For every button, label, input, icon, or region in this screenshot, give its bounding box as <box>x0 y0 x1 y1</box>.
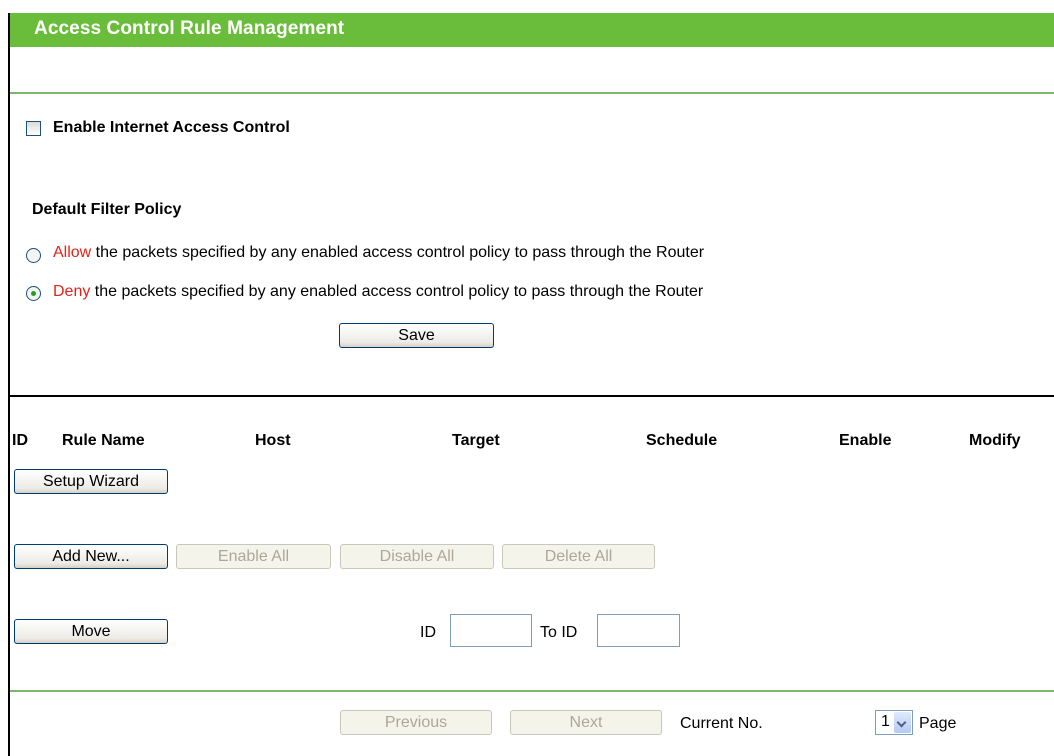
delete-all-button[interactable]: Delete All <box>502 544 655 569</box>
allow-policy-text: Allow the packets specified by any enabl… <box>53 244 704 262</box>
column-header-id: ID <box>12 432 28 449</box>
enable-access-control-label: Enable Internet Access Control <box>53 119 290 136</box>
previous-button[interactable]: Previous <box>340 710 492 735</box>
allow-keyword: Allow <box>53 244 92 261</box>
column-header-host: Host <box>255 432 291 449</box>
allow-policy-radio[interactable] <box>26 248 41 263</box>
deny-policy-radio[interactable] <box>26 286 41 301</box>
enable-all-button[interactable]: Enable All <box>176 544 331 569</box>
current-no-label: Current No. <box>680 715 763 732</box>
column-header-rule-name: Rule Name <box>62 432 145 449</box>
default-filter-policy-title: Default Filter Policy <box>32 201 182 218</box>
deny-keyword: Deny <box>53 283 91 300</box>
setup-wizard-button[interactable]: Setup Wizard <box>14 469 168 494</box>
move-to-id-input[interactable] <box>597 614 680 647</box>
divider-middle <box>10 395 1054 397</box>
page-label: Page <box>919 715 957 732</box>
allow-description: the packets specified by any enabled acc… <box>91 244 705 261</box>
page-title: Access Control Rule Management <box>34 18 345 39</box>
column-header-enable: Enable <box>839 432 892 449</box>
deny-description: the packets specified by any enabled acc… <box>90 283 704 300</box>
save-button[interactable]: Save <box>339 323 494 348</box>
column-header-schedule: Schedule <box>646 432 718 449</box>
page-select[interactable]: 1 <box>875 710 913 735</box>
move-id-label: ID <box>420 624 436 641</box>
divider-top <box>10 92 1054 94</box>
column-header-modify: Modify <box>969 432 1021 449</box>
disable-all-button[interactable]: Disable All <box>340 544 494 569</box>
add-new-button[interactable]: Add New... <box>14 544 168 569</box>
page-header: Access Control Rule Management <box>10 13 1054 47</box>
move-button[interactable]: Move <box>14 619 168 644</box>
next-button[interactable]: Next <box>510 710 662 735</box>
page-select-value: 1 <box>881 713 890 730</box>
access-control-panel: Access Control Rule Management Enable In… <box>8 13 1054 756</box>
enable-access-control-checkbox[interactable] <box>26 121 41 136</box>
deny-policy-text: Deny the packets specified by any enable… <box>53 283 703 301</box>
column-header-target: Target <box>452 432 500 449</box>
divider-bottom <box>10 690 1054 692</box>
chevron-down-icon[interactable] <box>894 712 911 733</box>
move-id-input[interactable] <box>450 614 532 647</box>
move-to-id-label: To ID <box>540 624 578 641</box>
